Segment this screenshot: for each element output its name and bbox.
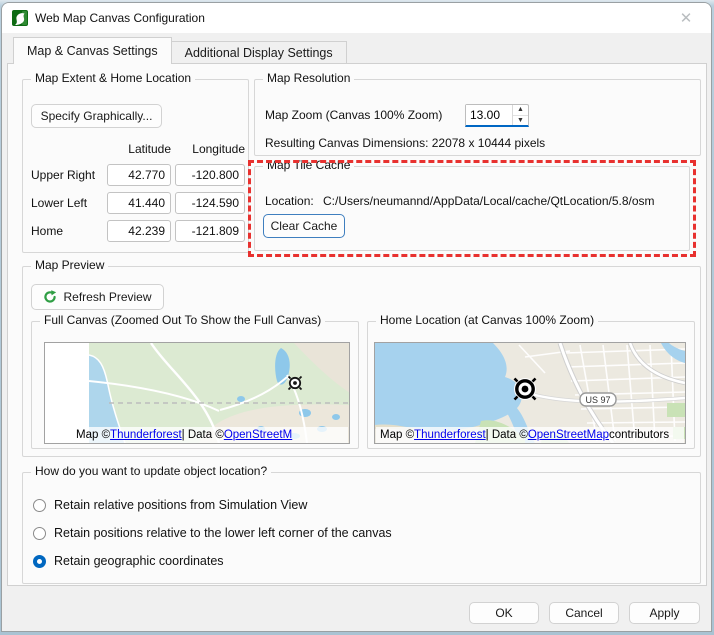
group-full-canvas: Full Canvas (Zoomed Out To Show the Full… [31, 321, 359, 449]
ok-button[interactable]: OK [469, 602, 539, 624]
apply-button[interactable]: Apply [629, 602, 700, 624]
radio-label: Retain geographic coordinates [54, 554, 224, 568]
map-zoom-input[interactable] [466, 105, 512, 125]
web-map-canvas-configuration-dialog: Web Map Canvas Configuration ✕ Map & Can… [1, 2, 712, 632]
map-zoom-spinbox: ▲ ▼ [465, 104, 529, 127]
tab-bar: Map & Canvas Settings Additional Display… [13, 37, 347, 64]
group-map-resolution: Map Resolution Map Zoom (Canvas 100% Zoo… [254, 79, 701, 156]
group-title: How do you want to update object locatio… [31, 464, 271, 478]
refresh-preview-button[interactable]: Refresh Preview [31, 284, 164, 310]
longitude-column-header: Longitude [175, 142, 245, 156]
radio-icon[interactable] [33, 555, 46, 568]
radio-retain-relative-simulation-view[interactable]: Retain relative positions from Simulatio… [33, 495, 307, 515]
lower-left-longitude-field[interactable] [175, 192, 245, 214]
attribution-text: Map © [76, 429, 110, 441]
cache-location-path: C:/Users/neumannd/AppData/Local/cache/Qt… [323, 194, 655, 208]
spin-buttons: ▲ ▼ [512, 105, 528, 125]
radio-retain-geographic-coordinates[interactable]: Retain geographic coordinates [33, 551, 224, 571]
full-canvas-map-frame: Map © Thunderforest | Data © OpenStreetM [44, 342, 350, 444]
openstreetmap-link[interactable]: OpenStreetMap [528, 429, 609, 441]
title-bar: Web Map Canvas Configuration ✕ [2, 3, 711, 33]
group-title: Full Canvas (Zoomed Out To Show the Full… [40, 313, 325, 327]
cancel-button[interactable]: Cancel [549, 602, 619, 624]
group-title: Map Extent & Home Location [31, 71, 195, 85]
spin-up-icon[interactable]: ▲ [513, 105, 528, 116]
specify-graphically-button[interactable]: Specify Graphically... [31, 104, 162, 128]
us97-shield: US 97 [580, 393, 616, 406]
thunderforest-link[interactable]: Thunderforest [110, 429, 182, 441]
close-icon[interactable]: ✕ [669, 3, 703, 33]
clear-cache-button[interactable]: Clear Cache [263, 214, 345, 238]
tab-map-canvas-settings[interactable]: Map & Canvas Settings [13, 37, 172, 64]
attribution-text: Map © [380, 429, 414, 441]
group-title: Map Preview [31, 258, 108, 272]
home-longitude-field[interactable] [175, 220, 245, 242]
upper-right-latitude-field[interactable] [107, 164, 171, 186]
attribution-text: | Data © [486, 429, 528, 441]
spin-down-icon[interactable]: ▼ [513, 116, 528, 126]
home-latitude-field[interactable] [107, 220, 171, 242]
radio-label: Retain positions relative to the lower l… [54, 526, 392, 540]
group-map-extent: Map Extent & Home Location Specify Graph… [22, 79, 249, 253]
tab-additional-display-settings[interactable]: Additional Display Settings [172, 41, 347, 64]
home-location-map-frame: US 97 Map [374, 342, 686, 444]
openstreetmap-link[interactable]: OpenStreetM [224, 429, 292, 441]
lower-left-latitude-field[interactable] [107, 192, 171, 214]
home-label: Home [31, 224, 63, 238]
home-marker-icon [289, 377, 302, 390]
lower-left-label: Lower Left [31, 196, 87, 210]
group-title: Map Tile Cache [263, 158, 354, 172]
window-title: Web Map Canvas Configuration [35, 11, 205, 25]
radio-label: Retain relative positions from Simulatio… [54, 498, 307, 512]
group-map-tile-cache: Map Tile Cache Location: C:/Users/neuman… [254, 166, 690, 251]
group-update-object-location: How do you want to update object locatio… [22, 472, 701, 584]
map-attribution: Map © Thunderforest | Data © OpenStreetM [46, 427, 348, 443]
app-icon [12, 10, 28, 26]
attribution-text: | Data © [182, 429, 224, 441]
map-zoom-label: Map Zoom (Canvas 100% Zoom) [265, 108, 442, 122]
attribution-text: contributors [609, 429, 669, 441]
thunderforest-link[interactable]: Thunderforest [414, 429, 486, 441]
canvas-dimensions-text: Resulting Canvas Dimensions: 22078 x 104… [265, 136, 545, 150]
radio-icon[interactable] [33, 499, 46, 512]
latitude-column-header: Latitude [107, 142, 171, 156]
group-home-location: Home Location (at Canvas 100% Zoom) [367, 321, 695, 449]
group-map-preview: Map Preview Refresh Preview Full Canvas … [22, 266, 701, 457]
map-attribution: Map © Thunderforest | Data © OpenStreetM… [376, 427, 684, 443]
cache-location-label: Location: [265, 194, 314, 208]
group-title: Home Location (at Canvas 100% Zoom) [376, 313, 598, 327]
group-title: Map Resolution [263, 71, 354, 85]
svg-text:US 97: US 97 [585, 395, 610, 405]
upper-right-longitude-field[interactable] [175, 164, 245, 186]
radio-icon[interactable] [33, 527, 46, 540]
home-marker-icon [514, 378, 536, 400]
refresh-icon [43, 290, 57, 304]
upper-right-label: Upper Right [31, 168, 95, 182]
tab-page: Map Extent & Home Location Specify Graph… [7, 63, 707, 586]
refresh-preview-label: Refresh Preview [63, 290, 151, 304]
radio-retain-relative-lower-left[interactable]: Retain positions relative to the lower l… [33, 523, 392, 543]
